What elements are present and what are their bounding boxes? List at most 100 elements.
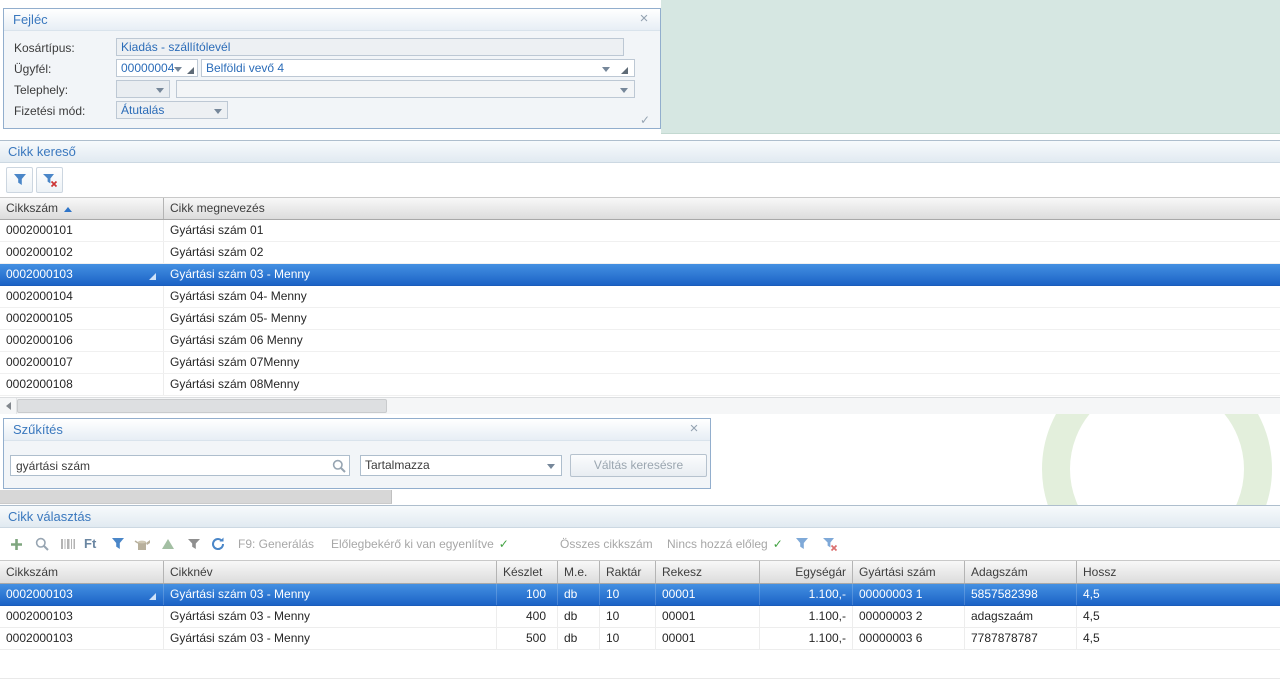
header-panel-titlebar[interactable]: Fejléc ×	[4, 9, 660, 31]
column-header-cikkszam[interactable]: Cikkszám	[0, 561, 164, 583]
search-input[interactable]	[10, 455, 350, 476]
cell-adagszam: adagszaám	[965, 606, 1077, 627]
cell-text: 500	[526, 631, 546, 645]
column-header-label: Hossz	[1083, 565, 1116, 579]
watering-can-button[interactable]	[132, 535, 152, 553]
cell-cikkszam: 0002000105	[0, 308, 164, 329]
column-header-megnevezes[interactable]: Cikk megnevezés	[164, 198, 1280, 219]
ugyfel-label: Ügyfél:	[14, 60, 51, 78]
cell-rekesz: 00001	[656, 628, 760, 649]
table-row[interactable]: 0002000108 Gyártási szám 08Menny	[0, 374, 1280, 396]
cell-cikkszam: 0002000102	[0, 242, 164, 263]
cell-text: 0002000107	[6, 355, 73, 369]
column-header-raktar[interactable]: Raktár	[600, 561, 656, 583]
table-row-selected[interactable]: 0002000103 Gyártási szám 03 - Menny 100 …	[0, 584, 1280, 606]
clear-filter-button[interactable]	[820, 535, 840, 553]
table-row[interactable]: 0002000102 Gyártási szám 02	[0, 242, 1280, 264]
chevron-down-icon	[602, 67, 610, 72]
cell-text: 7787878787	[971, 631, 1038, 645]
table-row[interactable]: 0002000106 Gyártási szám 06 Menny	[0, 330, 1280, 352]
cell-cikkszam: 0002000103	[0, 606, 164, 627]
close-icon[interactable]: ×	[636, 11, 652, 27]
column-header-cikknev[interactable]: Cikknév	[164, 561, 497, 583]
toolbar-item-elolegbekero[interactable]: Előlegbekérő ki van egyenlítve✓	[331, 537, 509, 551]
currency-button[interactable]: Ft	[84, 535, 96, 553]
watering-can-icon	[134, 537, 151, 552]
filter-button[interactable]	[6, 167, 33, 193]
cell-raktar: 10	[600, 606, 656, 627]
cell-text: Gyártási szám 07Menny	[170, 355, 299, 369]
check-icon: ✓	[773, 537, 783, 551]
szukites-panel-titlebar[interactable]: Szűkítés ×	[4, 419, 710, 441]
cell-cikkszam: 0002000106	[0, 330, 164, 351]
table-row[interactable]: 0002000103 Gyártási szám 03 - Menny 500 …	[0, 628, 1280, 650]
valid-mark-icon: ✓	[640, 113, 650, 127]
toolbar-item-osszes-cikkszam[interactable]: Összes cikkszám	[560, 537, 653, 551]
telephely-name-combo[interactable]	[176, 80, 635, 98]
filter-gray-button[interactable]	[184, 535, 204, 553]
column-header-label: Rekesz	[662, 565, 702, 579]
kosartipus-field[interactable]: Kiadás - szállítólevél	[116, 38, 624, 56]
column-header-egysegar[interactable]: Egységár	[760, 561, 853, 583]
cell-text: 0002000103	[6, 587, 73, 601]
table-row[interactable]: 0002000105 Gyártási szám 05- Menny	[0, 308, 1280, 330]
ugyfel-name-combo[interactable]: Belföldi vevő 4	[201, 59, 635, 77]
cell-text: 1.100,-	[809, 631, 846, 645]
search-button[interactable]	[32, 535, 52, 553]
toolbar-item-f9-generalas[interactable]: F9: Generálás	[238, 537, 314, 551]
kosartipus-label: Kosártípus:	[14, 39, 75, 57]
close-icon[interactable]: ×	[686, 421, 702, 437]
column-header-cikkszam[interactable]: Cikkszám	[0, 198, 164, 219]
column-header-adagszam[interactable]: Adagszám	[965, 561, 1077, 583]
cell-hossz: 4,5	[1077, 628, 1280, 649]
cell-egysegar: 1.100,-	[760, 584, 853, 605]
cell-text: Gyártási szám 04- Menny	[170, 289, 307, 303]
table-row[interactable]: 0002000103 Gyártási szám 03 - Menny 400 …	[0, 606, 1280, 628]
table-row[interactable]: 0002000101 Gyártási szám 01	[0, 220, 1280, 242]
funnel-icon	[186, 536, 202, 552]
refresh-button[interactable]	[208, 535, 228, 553]
fizetesimod-combo[interactable]: Átutalás	[116, 101, 228, 119]
scroll-left-button[interactable]	[0, 398, 17, 414]
scrollbar-thumb[interactable]	[17, 399, 387, 413]
cell-text: 00001	[662, 587, 695, 601]
chevron-down-icon	[214, 109, 222, 114]
column-header-keszlet[interactable]: Készlet	[497, 561, 558, 583]
cell-text: 0002000101	[6, 223, 73, 237]
add-button[interactable]	[6, 535, 26, 553]
switch-search-button[interactable]: Váltás keresésre	[570, 454, 707, 477]
cell-text: 4,5	[1083, 587, 1100, 601]
chevron-down-icon	[156, 88, 164, 93]
cell-text: Gyártási szám 03 - Menny	[170, 267, 310, 281]
cell-text: 10	[606, 587, 619, 601]
cell-megnevezes: Gyártási szám 04- Menny	[164, 286, 1280, 307]
horizontal-scrollbar[interactable]	[0, 397, 1280, 414]
toolbar-item-nincs-eloleg[interactable]: Nincs hozzá előleg✓	[667, 537, 783, 551]
cell-text: Gyártási szám 03 - Menny	[170, 609, 310, 623]
cikk-kereso-toolbar	[0, 163, 1280, 197]
column-header-hossz[interactable]: Hossz	[1077, 561, 1280, 583]
move-up-button[interactable]	[158, 535, 178, 553]
column-header-gyartasi-szam[interactable]: Gyártási szám	[853, 561, 965, 583]
cell-cikkszam: 0002000101	[0, 220, 164, 241]
cell-me: db	[558, 606, 600, 627]
ugyfel-code-combo[interactable]: 00000004	[116, 59, 198, 77]
column-header-label: Raktár	[606, 565, 641, 579]
filter-button[interactable]	[792, 535, 812, 553]
cell-adagszam: 5857582398	[965, 584, 1077, 605]
table-row-selected[interactable]: 0002000103 Gyártási szám 03 - Menny	[0, 264, 1280, 286]
filter-button[interactable]	[108, 535, 128, 553]
ugyfel-name-value: Belföldi vevő 4	[206, 61, 284, 75]
column-header-label: Adagszám	[971, 565, 1028, 579]
filter-mode-combo[interactable]: Tartalmazza	[360, 455, 562, 476]
table-row[interactable]: 0002000104 Gyártási szám 04- Menny	[0, 286, 1280, 308]
column-header-me[interactable]: M.e.	[558, 561, 600, 583]
table-row[interactable]: 0002000107 Gyártási szám 07Menny	[0, 352, 1280, 374]
cell-cikkszam: 0002000103	[0, 628, 164, 649]
barcode-button[interactable]	[58, 535, 78, 553]
telephely-code-combo[interactable]	[116, 80, 170, 98]
kosartipus-value: Kiadás - szállítólevél	[121, 40, 230, 54]
cell-keszlet: 400	[497, 606, 558, 627]
clear-filter-button[interactable]	[36, 167, 63, 193]
column-header-rekesz[interactable]: Rekesz	[656, 561, 760, 583]
